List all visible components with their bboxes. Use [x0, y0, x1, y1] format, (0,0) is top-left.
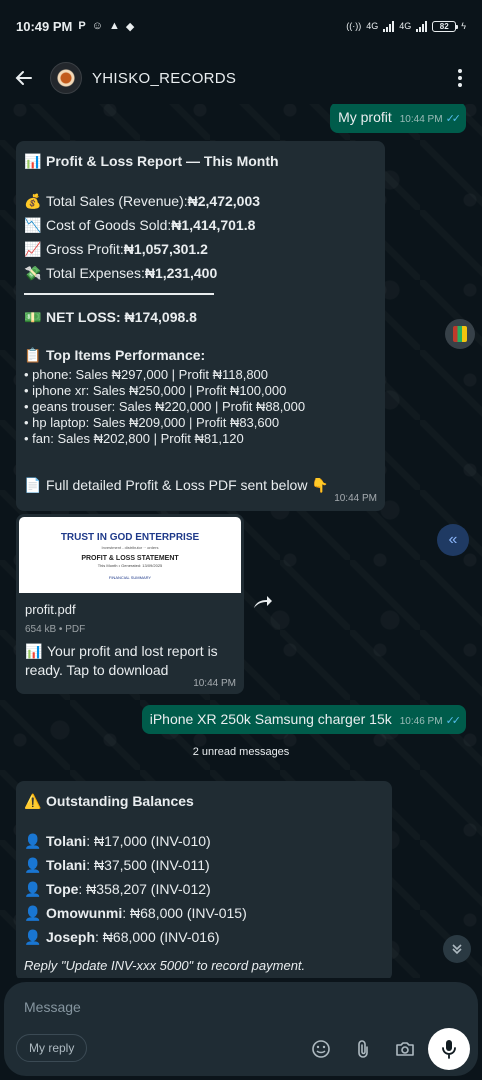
status-bar: 10:49 PM P ☺ ▲ ◆ ((·)) 4G 4G 82 ϟ — [0, 0, 482, 52]
unread-label: 2 unread messages — [192, 746, 290, 758]
money-wings-icon: 💸 — [24, 264, 42, 281]
message-input[interactable] — [24, 997, 324, 1017]
read-ticks-icon: ✓✓ — [445, 715, 462, 728]
banknote-icon: 💵 — [24, 308, 42, 325]
unread-divider: 2 unread messages — [0, 746, 482, 758]
message-time: 10:46 PM ✓✓ — [399, 715, 462, 728]
network-label-2: 4G — [399, 21, 412, 31]
signal-2-icon — [416, 20, 428, 32]
person-icon: 👤 — [24, 832, 42, 849]
balance-row: 👤 Tolani: ₦37,500 (INV-011) — [24, 856, 210, 873]
signal-1-icon — [383, 20, 395, 32]
hotspot-icon: ((·)) — [346, 21, 362, 31]
notification-alert-icon: ▲ — [108, 20, 120, 32]
composer: My reply — [0, 978, 482, 1080]
reply-chip[interactable]: My reply — [16, 1034, 88, 1062]
person-icon: 👤 — [24, 928, 42, 945]
sticker-icon[interactable] — [310, 1038, 332, 1060]
avatar[interactable] — [50, 62, 82, 94]
floating-app-icon[interactable] — [445, 319, 475, 349]
balance-row: 👤 Tolani: ₦17,000 (INV-010) — [24, 832, 211, 849]
file-info[interactable]: profit.pdf 654 kB • PDF — [19, 593, 241, 636]
pdf-thumb-period: This Month • Generated: 13/09/2025 — [97, 563, 163, 569]
top-item: • geans trouser: Sales ₦220,000 | Profit… — [24, 399, 306, 414]
mic-icon[interactable] — [428, 1028, 470, 1070]
chart-up-icon: 📈 — [24, 240, 42, 257]
chat-title[interactable]: YHISKO_RECORDS — [92, 70, 450, 87]
cogs-line: 📉 Cost of Goods Sold: ₦1,414,701.8 — [24, 216, 256, 233]
notification-dot-icon: ◆ — [125, 20, 135, 33]
top-item: • phone: Sales ₦297,000 | Profit ₦118,80… — [24, 367, 269, 382]
battery-level: 82 — [439, 21, 449, 31]
chevron-double-down-icon[interactable] — [443, 935, 471, 963]
total-expenses-line: 💸 Total Expenses: ₦1,231,400 — [24, 264, 218, 281]
warning-icon: ⚠️ — [24, 792, 42, 809]
pdf-thumb-subtitle: Investment - distributor ·· orders — [101, 544, 159, 550]
attach-icon[interactable] — [352, 1038, 374, 1060]
pdf-thumb-summary: FINANCIAL SUMMARY — [108, 574, 152, 580]
report-title: 📊 Profit & Loss Report — This Month — [24, 152, 279, 169]
pdf-note-line: 📄 Full detailed Profit & Loss PDF sent be… — [24, 476, 329, 493]
clock: 10:49 PM — [16, 18, 73, 34]
message-time: 10:44 PM ✓✓ — [399, 113, 462, 126]
money-bag-icon: 💰 — [24, 192, 42, 209]
notification-whatsapp-icon: ☺ — [91, 20, 103, 32]
incoming-message-pdf[interactable]: TRUST IN GOD ENTERPRISE Investment - dis… — [16, 514, 244, 694]
net-loss-line: 💵 NET LOSS: ₦174,098.8 — [24, 308, 197, 325]
top-items-title: 📋 Top Items Performance: — [24, 346, 206, 363]
forward-icon[interactable] — [252, 594, 276, 612]
network-label-1: 4G — [366, 21, 379, 31]
pdf-thumbnail[interactable]: TRUST IN GOD ENTERPRISE Investment - dis… — [19, 517, 241, 593]
reply-hint: Reply "Update INV-xxx 5000" to record pa… — [24, 958, 306, 973]
notification-p-icon: P — [78, 20, 86, 32]
file-name: profit.pdf — [25, 602, 76, 617]
total-sales-line: 💰 Total Sales (Revenue): ₦2,472,003 — [24, 192, 261, 209]
message-text: My profit — [338, 109, 392, 125]
divider — [24, 293, 214, 295]
menu-dots-icon[interactable] — [450, 66, 470, 90]
balance-row: 👤 Tope: ₦358,207 (INV-012) — [24, 880, 211, 897]
pdf-thumb-title: TRUST IN GOD ENTERPRISE — [60, 532, 200, 543]
top-item: • hp laptop: Sales ₦209,000 | Profit ₦83… — [24, 415, 280, 430]
chevron-double-left-icon[interactable]: « — [437, 524, 469, 556]
pdf-thumb-statement: PROFIT & LOSS STATEMENT — [81, 554, 179, 562]
back-arrow-icon[interactable] — [12, 66, 36, 90]
read-ticks-icon: ✓✓ — [445, 113, 462, 126]
battery-icon: 82 — [432, 20, 459, 32]
gross-profit-line: 📈 Gross Profit: ₦1,057,301.2 — [24, 240, 208, 257]
outgoing-message[interactable]: iPhone XR 250k Samsung charger 15k 10:46… — [141, 705, 466, 734]
clipboard-icon: 📋 — [24, 346, 42, 363]
chart-icon: 📊 — [25, 643, 43, 660]
top-item: • fan: Sales ₦202,800 | Profit ₦81,120 — [24, 431, 244, 446]
composer-box: My reply — [4, 982, 478, 1076]
chart-down-icon: 📉 — [24, 216, 42, 233]
chat-header: YHISKO_RECORDS — [0, 52, 482, 104]
balance-row: 👤 Omowunmi: ₦68,000 (INV-015) — [24, 904, 247, 921]
outgoing-message[interactable]: My profit 10:44 PM ✓✓ — [330, 102, 466, 133]
person-icon: 👤 — [24, 904, 42, 921]
balances-title: ⚠️ Outstanding Balances — [24, 792, 194, 809]
incoming-message-balances[interactable]: ⚠️ Outstanding Balances 👤 Tolani: ₦17,000 … — [16, 781, 392, 981]
balance-row: 👤 Joseph: ₦68,000 (INV-016) — [24, 928, 220, 945]
file-caption: 📊 Your profit and lost report is ready. T… — [25, 643, 218, 678]
camera-icon[interactable] — [394, 1038, 416, 1060]
message-text: iPhone XR 250k Samsung charger 15k — [149, 711, 392, 727]
file-meta: 654 kB • PDF — [25, 623, 86, 635]
message-time: 10:44 PM — [334, 492, 377, 504]
message-time: 10:44 PM — [193, 677, 236, 689]
person-icon: 👤 — [24, 856, 42, 873]
charging-icon: ϟ — [461, 21, 466, 31]
document-icon: 📄 — [24, 476, 42, 493]
top-item: • iphone xr: Sales ₦250,000 | Profit ₦10… — [24, 383, 287, 398]
incoming-message-report[interactable]: 📊 Profit & Loss Report — This Month 💰 Tota… — [16, 141, 385, 511]
person-icon: 👤 — [24, 880, 42, 897]
chart-icon: 📊 — [24, 152, 42, 169]
